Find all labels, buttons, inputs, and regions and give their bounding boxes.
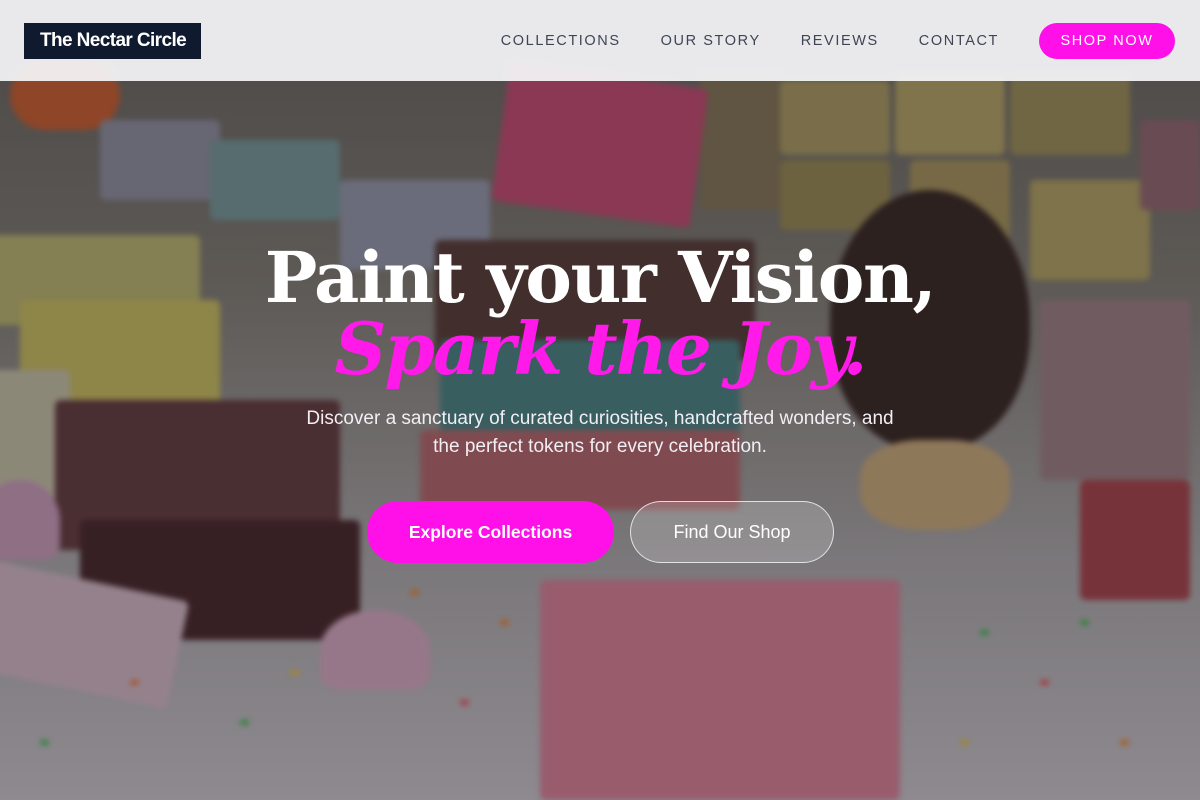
logo[interactable]: The Nectar Circle — [24, 22, 202, 59]
nav-link-collections[interactable]: COLLECTIONS — [501, 33, 621, 49]
nav-link-reviews[interactable]: REVIEWS — [801, 33, 879, 49]
hero-headline-accent: Spark the Joy. — [334, 306, 867, 391]
find-our-shop-button[interactable]: Find Our Shop — [630, 501, 834, 563]
explore-collections-button[interactable]: Explore Collections — [367, 501, 614, 563]
hero-subtitle-line-2: the perfect tokens for every celebration… — [433, 436, 767, 457]
hero-subtitle: Discover a sanctuary of curated curiosit… — [0, 405, 1200, 461]
site-header: The Nectar Circle COLLECTIONS OUR STORY … — [0, 0, 1200, 81]
nav-link-our-story[interactable]: OUR STORY — [661, 33, 761, 49]
nav-link-contact[interactable]: CONTACT — [919, 33, 999, 49]
main-nav: COLLECTIONS OUR STORY REVIEWS CONTACT SH… — [501, 22, 1176, 59]
hero-subtitle-line-1: Discover a sanctuary of curated curiosit… — [306, 408, 894, 429]
hero-section: Paint your Vision, Spark the Joy. Discov… — [0, 81, 1200, 800]
shop-now-button[interactable]: SHOP NOW — [1039, 22, 1175, 59]
